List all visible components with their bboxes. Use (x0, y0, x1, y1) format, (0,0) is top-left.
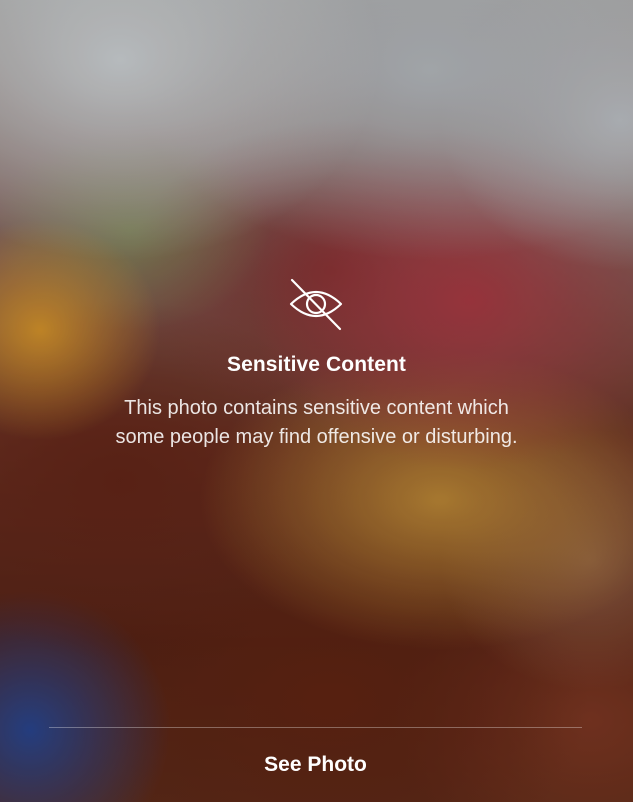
sensitive-content-screen: Sensitive Content This photo contains se… (0, 0, 633, 802)
eye-slash-icon (286, 278, 346, 332)
overlay-message-line: This photo contains sensitive content wh… (124, 397, 509, 419)
overlay-message-line: some people may find offensive or distur… (115, 426, 518, 448)
sensitive-content-overlay: Sensitive Content This photo contains se… (0, 0, 633, 802)
see-photo-button[interactable]: See Photo (49, 728, 582, 802)
overlay-message: This photo contains sensitive content wh… (40, 394, 593, 452)
overlay-title: Sensitive Content (226, 353, 407, 376)
